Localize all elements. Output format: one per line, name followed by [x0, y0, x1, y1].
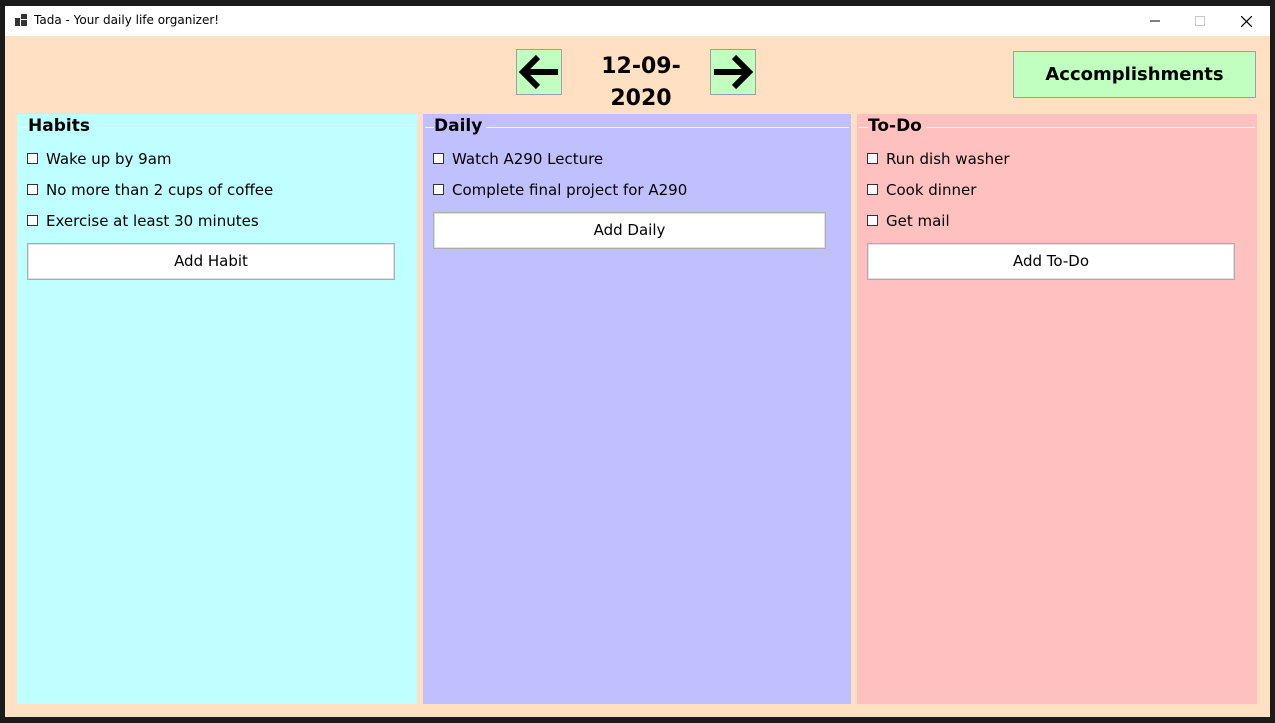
- todo-label: Run dish washer: [886, 150, 1010, 168]
- add-daily-button[interactable]: Add Daily: [433, 212, 826, 249]
- todo-item[interactable]: Run dish washer: [867, 149, 1010, 169]
- habit-item[interactable]: Exercise at least 30 minutes: [27, 211, 259, 231]
- app-icon: [15, 14, 27, 26]
- add-todo-button[interactable]: Add To-Do: [867, 243, 1235, 280]
- close-button[interactable]: [1223, 6, 1269, 36]
- previous-day-button[interactable]: [516, 49, 562, 95]
- daily-label: Watch A290 Lecture: [452, 150, 604, 168]
- todo-label: Get mail: [886, 212, 950, 230]
- habit-item[interactable]: No more than 2 cups of coffee: [27, 180, 273, 200]
- daily-item[interactable]: Complete final project for A290: [433, 180, 687, 200]
- daily-checkbox[interactable]: [433, 183, 444, 195]
- panel-divider: [425, 127, 849, 128]
- habits-title: Habits: [28, 116, 94, 136]
- daily-checkbox[interactable]: [433, 152, 444, 164]
- habit-checkbox[interactable]: [27, 152, 38, 164]
- maximize-button[interactable]: [1177, 6, 1223, 36]
- close-icon: [1240, 15, 1252, 27]
- daily-label: Complete final project for A290: [452, 181, 688, 199]
- todo-panel: To-Do Run dish washer Cook dinner Get ma…: [857, 114, 1257, 704]
- minimize-icon: [1150, 20, 1160, 22]
- habit-label: Exercise at least 30 minutes: [46, 212, 259, 230]
- window-title: Tada - Your daily life organizer!: [34, 13, 220, 27]
- accomplishments-button[interactable]: Accomplishments: [1013, 51, 1256, 98]
- minimize-button[interactable]: [1132, 6, 1178, 36]
- daily-item[interactable]: Watch A290 Lecture: [433, 149, 603, 169]
- todo-label: Cook dinner: [886, 181, 977, 199]
- todo-checkbox[interactable]: [867, 183, 878, 195]
- todo-title: To-Do: [868, 116, 926, 136]
- todo-checkbox[interactable]: [867, 152, 878, 164]
- daily-title: Daily: [434, 116, 487, 136]
- todo-item[interactable]: Get mail: [867, 211, 950, 231]
- habit-item[interactable]: Wake up by 9am: [27, 149, 172, 169]
- arrow-left-icon: [518, 54, 558, 90]
- app-window: Tada - Your daily life organizer! 12-09-…: [5, 6, 1270, 717]
- habits-panel: Habits Wake up by 9am No more than 2 cup…: [17, 114, 417, 704]
- title-bar[interactable]: Tada - Your daily life organizer!: [5, 6, 1270, 36]
- daily-panel: Daily Watch A290 Lecture Complete final …: [423, 114, 851, 704]
- add-habit-button[interactable]: Add Habit: [27, 243, 395, 280]
- next-day-button[interactable]: [710, 49, 756, 95]
- todo-item[interactable]: Cook dinner: [867, 180, 976, 200]
- todo-checkbox[interactable]: [867, 214, 878, 226]
- maximize-icon: [1195, 16, 1205, 26]
- habit-label: Wake up by 9am: [46, 150, 172, 168]
- current-date: 12-09-2020: [601, 54, 681, 111]
- habit-label: No more than 2 cups of coffee: [46, 181, 274, 199]
- habit-checkbox[interactable]: [27, 183, 38, 195]
- habit-checkbox[interactable]: [27, 214, 38, 226]
- arrow-right-icon: [714, 54, 754, 90]
